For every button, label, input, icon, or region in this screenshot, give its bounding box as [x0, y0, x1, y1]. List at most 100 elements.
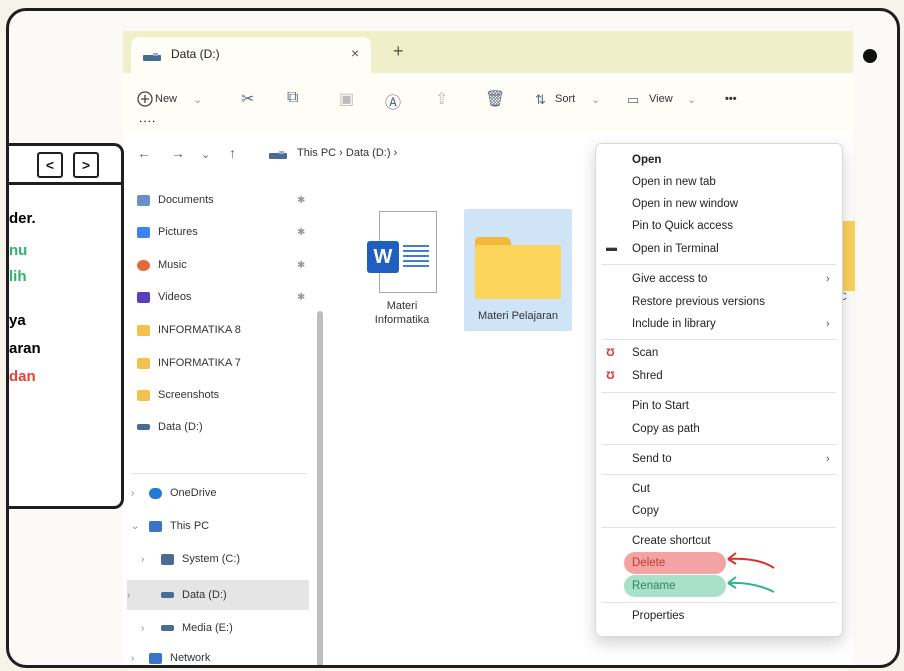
folder-icon [137, 389, 150, 401]
chevron-right-icon[interactable]: › [131, 653, 134, 664]
folder-icon [475, 233, 561, 299]
view-icon[interactable]: ▭ [627, 92, 639, 108]
word-document-icon: W [367, 211, 437, 295]
menu-item-open-terminal[interactable]: Open in Terminal [632, 243, 719, 255]
pin-icon: ✱ [297, 194, 306, 206]
menu-item-open-new-tab[interactable]: Open in new tab [632, 176, 716, 188]
menu-item-scan[interactable]: Scan [632, 347, 658, 359]
sidebar-item-label: Videos [158, 291, 192, 303]
tree-item-data-d[interactable]: › Data (D:) [127, 580, 309, 610]
sidebar-item-label: OneDrive [170, 487, 217, 499]
sidebar-item-label: Media (E:) [182, 622, 233, 634]
tree-item-network[interactable]: › Network [131, 647, 307, 665]
tree-item-this-pc[interactable]: ⌄ This PC [131, 515, 307, 537]
up-icon[interactable]: ↑ [229, 145, 236, 161]
menu-item-pin-quick-access[interactable]: Pin to Quick access [632, 220, 733, 232]
menu-item-rename[interactable]: Rename [632, 580, 675, 592]
tree-item-onedrive[interactable]: › OneDrive [131, 482, 307, 504]
back-icon[interactable]: ← [137, 145, 151, 161]
close-tab-icon[interactable]: × [351, 45, 359, 61]
shield-icon: Ʊ [606, 347, 615, 359]
breadcrumb[interactable]: This PC › Data (D:) › [297, 147, 397, 159]
menu-item-copy[interactable]: Copy [632, 505, 659, 517]
forward-icon[interactable]: → [171, 145, 185, 161]
menu-item-pin-start[interactable]: Pin to Start [632, 400, 689, 412]
menu-separator [602, 392, 836, 393]
sidebar-item-pictures[interactable]: Pictures ✱ [137, 221, 307, 243]
sidebar-item-label: Music [158, 259, 187, 271]
sidebar-item-label: Pictures [158, 226, 198, 238]
drive-icon [161, 553, 174, 565]
next-button[interactable]: > [73, 152, 99, 178]
red-arrow-icon [727, 552, 775, 569]
menu-item-open-new-window[interactable]: Open in new window [632, 198, 738, 210]
sidebar-item-data-d[interactable]: Data (D:) [137, 416, 307, 438]
menu-item-cut[interactable]: Cut [632, 483, 650, 495]
new-plus-icon[interactable] [137, 91, 153, 107]
tablet-frame: Data (D:) × + New ⌄ .... ✂ ⧉ ▣ Ⓐ ⇪ 🗑 ⇅ S… [6, 8, 900, 668]
tree-item-system-c[interactable]: › System (C:) [137, 548, 307, 570]
tree-item-media-e[interactable]: › Media (E:) [137, 617, 307, 639]
more-options-icon[interactable]: ••• [725, 93, 737, 105]
new-button[interactable]: New [155, 93, 177, 105]
sidebar-scrollbar[interactable] [317, 311, 323, 665]
menu-item-shred[interactable]: Shred [632, 370, 663, 382]
dotted-indicator: .... [139, 111, 157, 125]
file-label: Materi Informatika [374, 300, 430, 326]
folder-label: Materi Pelajaran [477, 310, 559, 322]
view-button[interactable]: View [649, 93, 673, 105]
share-icon[interactable]: ⇪ [435, 89, 448, 109]
menu-item-send-to[interactable]: Send to [632, 453, 672, 465]
tab-bar: Data (D:) × + [123, 31, 853, 73]
sidebar-item-music[interactable]: Music ✱ [137, 254, 307, 276]
menu-item-properties[interactable]: Properties [632, 610, 684, 622]
folder-icon [137, 357, 150, 369]
sidebar-item-informatika-7[interactable]: INFORMATIKA 7 [137, 352, 307, 374]
new-dropdown-icon[interactable]: ⌄ [193, 93, 202, 106]
folder-item-materi-pelajaran[interactable]: Materi Pelajaran [464, 209, 572, 331]
copy-icon[interactable]: ⧉ [287, 89, 298, 107]
shield-icon: Ʊ [606, 370, 615, 382]
chevron-right-icon[interactable]: › [141, 554, 144, 565]
menu-item-delete[interactable]: Delete [632, 557, 665, 569]
instruction-line: dan [9, 368, 36, 385]
sidebar-item-videos[interactable]: Videos ✱ [137, 286, 307, 308]
pin-icon: ✱ [297, 259, 306, 271]
menu-item-include-library[interactable]: Include in library [632, 318, 716, 330]
menu-separator [602, 527, 836, 528]
view-dropdown-icon[interactable]: ⌄ [687, 93, 696, 106]
navigation-pane: Documents ✱ Pictures ✱ Music ✱ Videos ✱ … [123, 181, 313, 665]
chevron-right-icon[interactable]: › [141, 623, 144, 634]
delete-icon[interactable]: 🗑 [485, 89, 505, 109]
sidebar-item-label: Documents [158, 194, 214, 206]
chevron-down-icon[interactable]: ⌄ [131, 521, 139, 532]
rename-icon[interactable]: Ⓐ [385, 89, 401, 113]
chevron-right-icon[interactable]: › [127, 590, 130, 601]
sort-dropdown-icon[interactable]: ⌄ [591, 93, 600, 106]
context-menu: Open Open in new tab Open in new window … [595, 143, 843, 637]
sidebar-item-screenshots[interactable]: Screenshots [137, 384, 307, 406]
file-item-materi-informatika[interactable]: W Materi Informatika [348, 201, 456, 327]
menu-item-create-shortcut[interactable]: Create shortcut [632, 535, 711, 547]
chevron-right-icon[interactable]: › [131, 488, 134, 499]
submenu-chevron-icon: › [826, 318, 830, 330]
menu-item-restore-versions[interactable]: Restore previous versions [632, 296, 765, 308]
menu-item-open[interactable]: Open [632, 154, 661, 166]
cut-icon[interactable]: ✂ [241, 89, 254, 109]
sort-icon[interactable]: ⇅ [535, 92, 546, 108]
tab-data-d[interactable]: Data (D:) × [131, 37, 371, 73]
sidebar-item-documents[interactable]: Documents ✱ [137, 189, 307, 211]
sort-button[interactable]: Sort [555, 93, 575, 105]
menu-item-give-access[interactable]: Give access to [632, 273, 707, 285]
prev-button[interactable]: < [37, 152, 63, 178]
menu-item-copy-path[interactable]: Copy as path [632, 423, 700, 435]
instruction-line: nu [9, 242, 28, 259]
submenu-chevron-icon: › [826, 453, 830, 465]
cloud-icon [149, 487, 162, 499]
new-tab-button[interactable]: + [393, 41, 404, 62]
menu-separator [602, 474, 836, 475]
sidebar-item-informatika-8[interactable]: INFORMATIKA 8 [137, 319, 307, 341]
paste-icon[interactable]: ▣ [339, 89, 354, 109]
recent-dropdown-icon[interactable]: ⌄ [201, 148, 210, 161]
sidebar-item-label: Screenshots [158, 389, 220, 401]
